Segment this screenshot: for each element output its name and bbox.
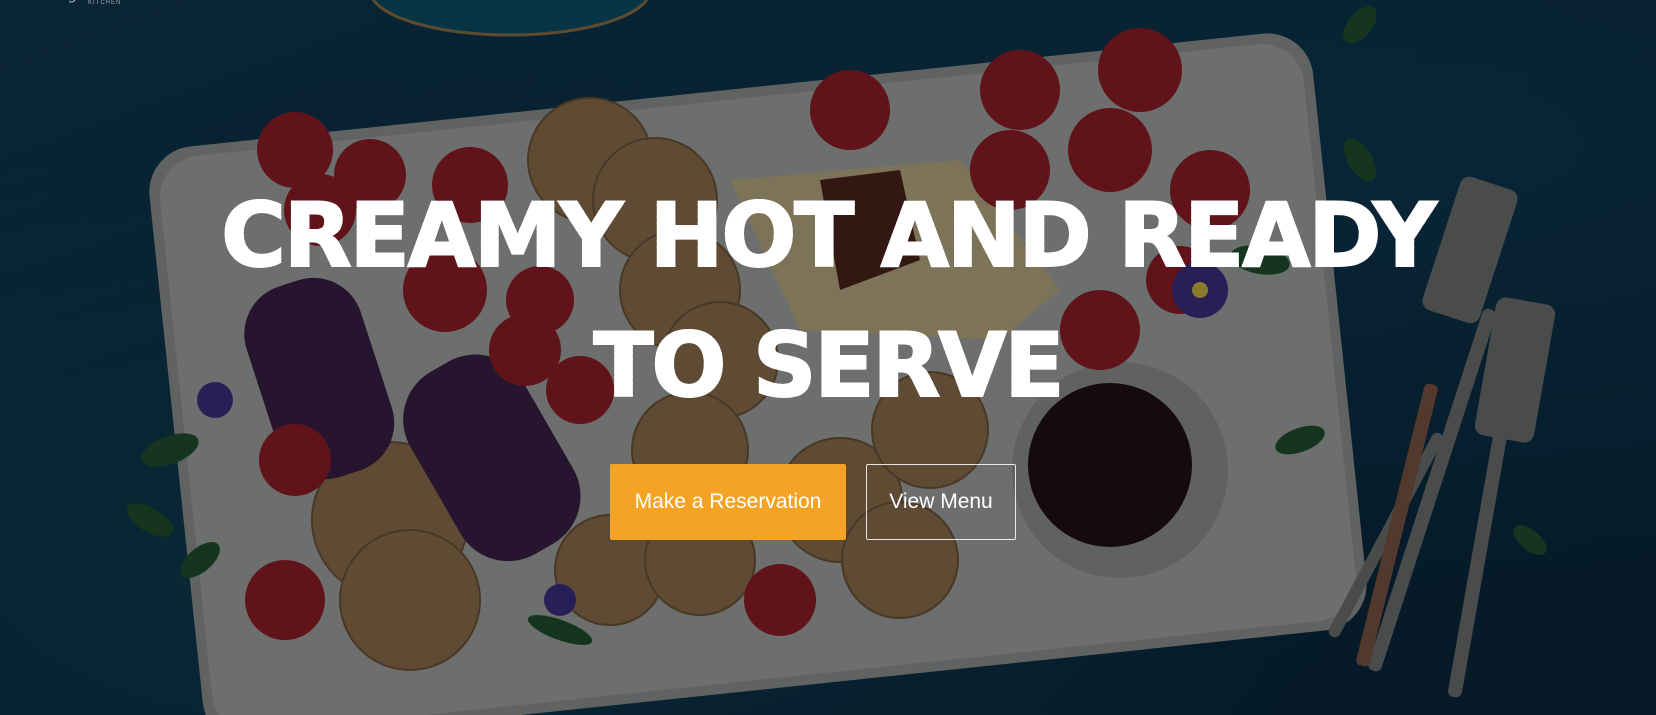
brand-logo[interactable]: y bbox=[70, 0, 79, 2]
logo-subtitle: KITCHEN bbox=[88, 0, 122, 6]
hero-section: y KITCHEN CREAMY HOT AND READY TO SERVE … bbox=[0, 0, 1656, 715]
logo-script: y bbox=[70, 0, 79, 3]
hero-headline-line1: CREAMY HOT AND READY bbox=[0, 184, 1656, 287]
headline-text-1: CREAMY HOT AND READY bbox=[220, 184, 1437, 287]
hero-actions: Make a Reservation View Menu bbox=[610, 464, 1016, 540]
make-reservation-button[interactable]: Make a Reservation bbox=[610, 464, 846, 540]
headline-text-2: TO SERVE bbox=[593, 314, 1066, 417]
hero-headline-line2: TO SERVE bbox=[0, 314, 1656, 417]
view-menu-button[interactable]: View Menu bbox=[866, 464, 1016, 540]
